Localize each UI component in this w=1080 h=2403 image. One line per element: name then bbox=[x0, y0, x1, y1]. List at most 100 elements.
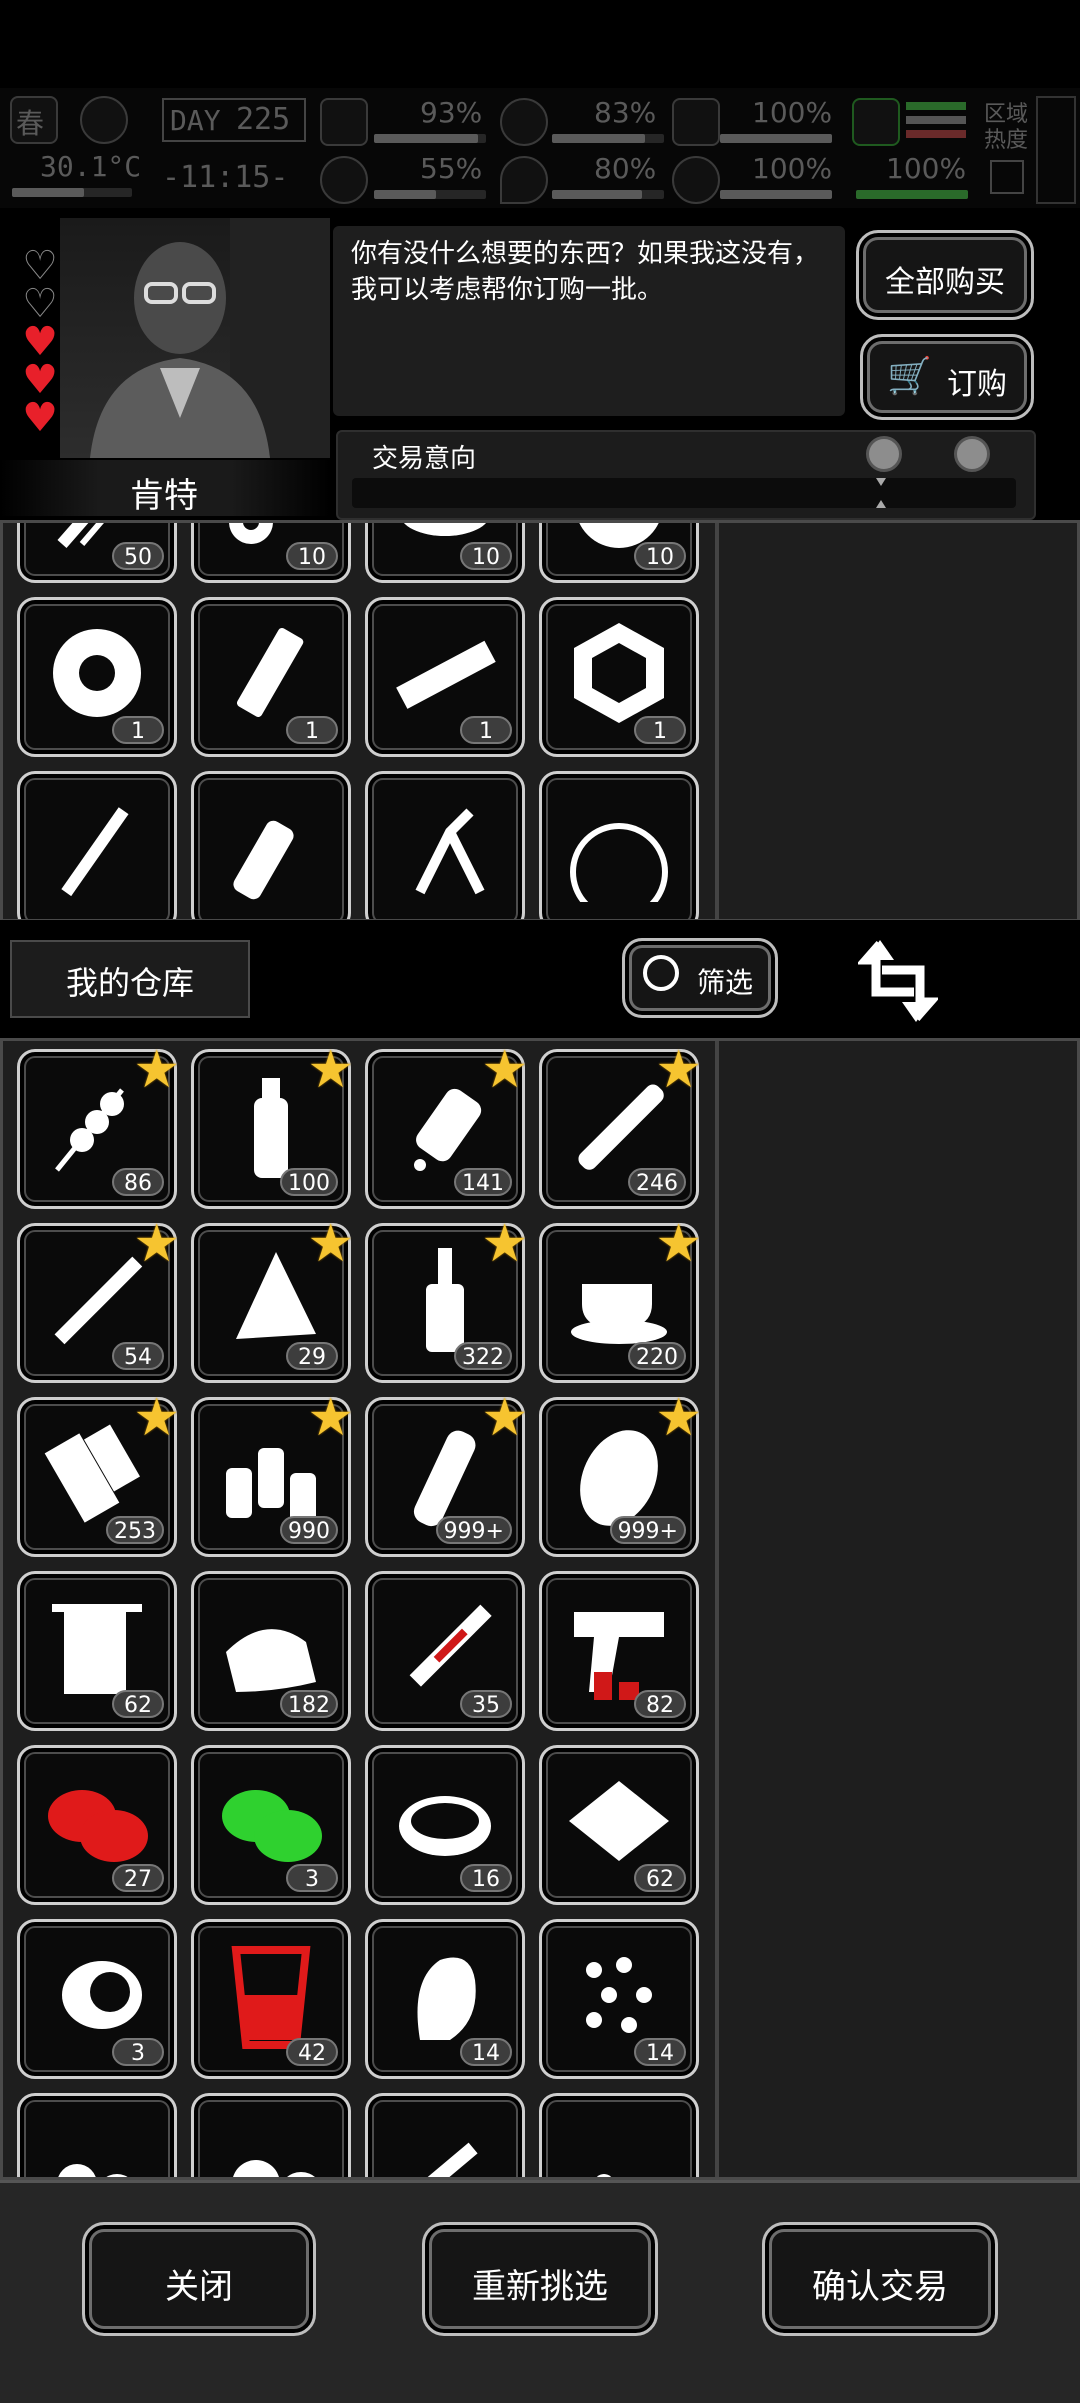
item-count: 1 bbox=[460, 716, 512, 744]
inventory-slot[interactable] bbox=[191, 771, 351, 919]
thirst-bar bbox=[552, 190, 664, 199]
thirst-value: 80% bbox=[594, 152, 657, 185]
inventory-slot[interactable]: 14 bbox=[365, 1919, 525, 2079]
inventory-slot[interactable] bbox=[539, 2093, 699, 2177]
inventory-slot[interactable]: 1 bbox=[17, 597, 177, 757]
inventory-slot[interactable]: ★ 999+ bbox=[539, 1392, 702, 1557]
inventory-slot[interactable]: ★ 86 bbox=[17, 1044, 180, 1209]
inventory-slot[interactable] bbox=[365, 2093, 525, 2177]
inventory-slot[interactable]: 3 bbox=[191, 1745, 351, 1905]
clock: -11:15- bbox=[162, 160, 289, 195]
inventory-slot[interactable]: 50 bbox=[17, 523, 177, 583]
inventory-slot[interactable]: 16 bbox=[365, 1745, 525, 1905]
neutral-face-icon bbox=[866, 436, 902, 472]
inventory-slot[interactable]: ★ 220 bbox=[539, 1218, 702, 1383]
inventory-slot[interactable]: ★ 999+ bbox=[365, 1392, 528, 1557]
inventory-slot[interactable]: 82 bbox=[539, 1571, 699, 1731]
confirm-trade-button[interactable]: 确认交易 bbox=[762, 2222, 998, 2336]
inventory-slot[interactable]: 27 bbox=[17, 1745, 177, 1905]
favorite-star-icon: ★ bbox=[307, 1388, 354, 1448]
stamina-value: 100% bbox=[752, 96, 833, 129]
trade-intent-bar bbox=[352, 478, 1016, 508]
inventory-slot[interactable] bbox=[17, 2093, 177, 2177]
heart-full-icon: ♥ bbox=[22, 357, 58, 403]
item-count: 990 bbox=[280, 1516, 338, 1544]
inventory-slot[interactable]: ★ 141 bbox=[365, 1044, 528, 1209]
inventory-slot[interactable] bbox=[539, 771, 699, 919]
mental-value: 55% bbox=[420, 152, 483, 185]
inventory-slot[interactable]: ★ 246 bbox=[539, 1044, 702, 1209]
search-icon bbox=[643, 955, 679, 991]
mood-value: 100% bbox=[752, 152, 833, 185]
zone-heat-label: 区域热度 bbox=[984, 102, 1029, 153]
inventory-slot[interactable]: 1 bbox=[191, 597, 351, 757]
close-button[interactable]: 关闭 bbox=[82, 2222, 316, 2336]
swap-arrows-icon[interactable] bbox=[856, 936, 940, 1026]
confirm-label: 确认交易 bbox=[812, 2267, 948, 2307]
zone-level-3 bbox=[906, 130, 966, 138]
item-count: 1 bbox=[634, 716, 686, 744]
inventory-slot[interactable]: 1 bbox=[539, 597, 699, 757]
inventory-slot[interactable] bbox=[365, 771, 525, 919]
temperature: 30.1°C bbox=[40, 150, 142, 183]
trader-dialogue: 你有没什么想要的东西？如果我这没有，我可以考虑帮你订购一批。 bbox=[333, 226, 845, 416]
item-count: 10 bbox=[286, 542, 338, 570]
inventory-slot[interactable]: 14 bbox=[539, 1919, 699, 2079]
item-count: 999+ bbox=[609, 1516, 686, 1544]
heart-mood-icon bbox=[672, 156, 720, 204]
hunger-value: 83% bbox=[594, 96, 657, 129]
favorite-star-icon: ★ bbox=[133, 1388, 180, 1448]
item-count: 27 bbox=[112, 1864, 164, 1892]
item-count: 62 bbox=[634, 1864, 686, 1892]
item-count: 10 bbox=[460, 542, 512, 570]
weather-cloud-icon bbox=[80, 96, 128, 144]
side-panel-toggle[interactable] bbox=[1036, 96, 1076, 204]
item-count: 246 bbox=[628, 1168, 686, 1196]
hunger-bar bbox=[552, 134, 664, 143]
inventory-slot[interactable]: 10 bbox=[365, 523, 525, 583]
close-label: 关闭 bbox=[165, 2267, 233, 2307]
shopping-cart-icon: 🛒 bbox=[887, 356, 932, 397]
warehouse-title: 我的仓库 bbox=[65, 964, 194, 1002]
inventory-slot[interactable]: ★ 54 bbox=[17, 1218, 180, 1383]
item-count: 182 bbox=[280, 1690, 338, 1718]
inventory-slot[interactable]: ★ 253 bbox=[17, 1392, 180, 1557]
inventory-slot[interactable]: ★ 100 bbox=[191, 1044, 354, 1209]
heart-empty-icon: ♡ bbox=[22, 243, 58, 289]
inventory-slot[interactable]: ★ 29 bbox=[191, 1218, 354, 1383]
inventory-slot[interactable]: 42 bbox=[191, 1919, 351, 2079]
item-count: 3 bbox=[112, 2038, 164, 2066]
item-count: 50 bbox=[112, 542, 164, 570]
item-count: 42 bbox=[286, 2038, 338, 2066]
inventory-slot[interactable]: ★ 990 bbox=[191, 1392, 354, 1557]
order-button[interactable]: 🛒 订购 bbox=[860, 334, 1034, 420]
buy-all-button[interactable]: 全部购买 bbox=[856, 230, 1034, 320]
zone-value: 100% bbox=[886, 152, 967, 185]
warehouse-title-box: 我的仓库 bbox=[10, 940, 250, 1018]
temperature-bar bbox=[12, 188, 132, 197]
inventory-slot[interactable]: ★ 322 bbox=[365, 1218, 528, 1383]
inventory-slot[interactable]: 35 bbox=[365, 1571, 525, 1731]
brain-icon bbox=[320, 156, 368, 204]
inventory-slot[interactable] bbox=[17, 771, 177, 919]
zone-level-1 bbox=[906, 102, 966, 110]
speaker-icon[interactable] bbox=[990, 160, 1024, 194]
inventory-slot[interactable]: 62 bbox=[17, 1571, 177, 1731]
inventory-slot[interactable]: 10 bbox=[539, 523, 699, 583]
stamina-bar bbox=[720, 134, 832, 143]
inventory-slot[interactable]: 10 bbox=[191, 523, 351, 583]
water-drop-icon bbox=[500, 156, 548, 204]
inventory-slot[interactable]: 3 bbox=[17, 1919, 177, 2079]
item-count: 86 bbox=[112, 1168, 164, 1196]
status-hud: 春 DAY 225 30.1°C -11:15- 93% 55% 83% 80%… bbox=[0, 88, 1080, 208]
reselect-button[interactable]: 重新挑选 bbox=[422, 2222, 658, 2336]
inventory-slot[interactable]: 62 bbox=[539, 1745, 699, 1905]
inventory-slot[interactable]: 1 bbox=[365, 597, 525, 757]
panel-divider bbox=[715, 523, 719, 919]
filter-button[interactable]: 筛选 bbox=[622, 938, 778, 1018]
trader-figure bbox=[90, 218, 330, 458]
inventory-slot[interactable] bbox=[191, 2093, 351, 2177]
panel-divider bbox=[715, 1041, 719, 2177]
stamina-icon bbox=[672, 98, 720, 146]
inventory-slot[interactable]: 182 bbox=[191, 1571, 351, 1731]
